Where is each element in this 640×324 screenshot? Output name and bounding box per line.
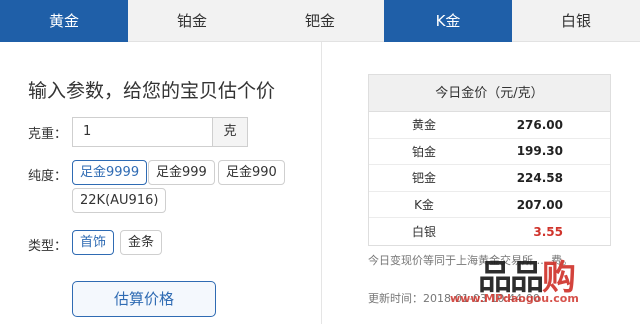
price-value: 3.55 [533, 224, 563, 239]
estimate-heading: 输入参数，给您的宝贝估个价 [28, 80, 276, 102]
estimate-price-button[interactable]: 估算价格 [72, 281, 216, 317]
tab-silver[interactable]: 白银 [512, 0, 640, 42]
price-value: 224.58 [516, 170, 563, 185]
purity-option-9999[interactable]: 足金9999 [72, 160, 148, 185]
purity-option-22k[interactable]: 22K(AU916) [72, 188, 167, 213]
price-value: 199.30 [516, 144, 563, 159]
price-row: 钯金 224.58 [369, 165, 610, 192]
price-name: 铂金 [411, 144, 436, 159]
price-name: 白银 [411, 225, 436, 240]
price-row: K金 207.00 [369, 192, 610, 219]
price-value: 207.00 [516, 197, 563, 212]
tab-platinum[interactable]: 铂金 [128, 0, 256, 42]
purity-option-990[interactable]: 足金990 [218, 160, 285, 185]
type-option-bar[interactable]: 金条 [120, 230, 163, 255]
price-name: 钯金 [411, 171, 436, 186]
weight-label: 克重： [28, 127, 68, 142]
price-table: 今日金价（元/克） 黄金 276.00 铂金 199.30 钯金 224.58 … [368, 74, 611, 246]
purity-label: 纯度： [28, 169, 68, 184]
price-row: 铂金 199.30 [369, 139, 610, 166]
weight-unit: 克 [212, 117, 248, 147]
tab-gold[interactable]: 黄金 [0, 0, 128, 42]
watermark-url: www.MPdaogou.com [450, 292, 579, 305]
price-row: 白银 3.55 [369, 218, 610, 245]
weight-input[interactable]: 1 [72, 117, 212, 147]
metal-tabs: 黄金 铂金 钯金 K金 白银 [0, 0, 640, 42]
price-value: 276.00 [516, 117, 563, 132]
price-name: K金 [414, 198, 434, 213]
purity-option-999[interactable]: 足金999 [148, 160, 215, 185]
price-row: 黄金 276.00 [369, 112, 610, 139]
estimate-panel: 输入参数，给您的宝贝估个价 克重： 1 克 纯度： 足金9999 足金999 足… [0, 42, 322, 324]
type-option-jewelry[interactable]: 首饰 [72, 230, 115, 255]
price-name: 黄金 [411, 118, 436, 133]
tab-palladium[interactable]: 钯金 [256, 0, 384, 42]
tab-k-gold[interactable]: K金 [384, 0, 512, 42]
type-label: 类型： [28, 239, 68, 254]
price-table-header: 今日金价（元/克） [369, 75, 610, 112]
